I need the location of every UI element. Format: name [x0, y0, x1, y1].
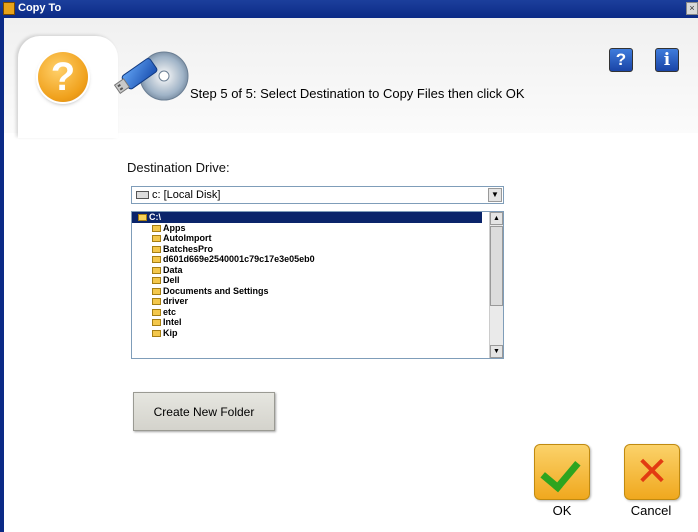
- folder-icon: [152, 287, 161, 295]
- usb-drive-disc-icon: [113, 51, 189, 101]
- folder-label: Data: [163, 264, 183, 275]
- open-folder-icon: [138, 214, 147, 222]
- folder-label: Intel: [163, 317, 182, 327]
- question-circle-icon: ?: [38, 52, 88, 102]
- ok-button[interactable]: [534, 444, 590, 500]
- folder-icon: [152, 266, 161, 274]
- chevron-down-icon[interactable]: ▼: [488, 188, 502, 202]
- checkmark-icon: [540, 450, 581, 493]
- step-instruction: Step 5 of 5: Select Destination to Copy …: [190, 86, 525, 101]
- close-button[interactable]: ×: [686, 2, 698, 15]
- destination-drive-label: Destination Drive:: [127, 160, 230, 175]
- help-button[interactable]: ?: [609, 48, 633, 72]
- folder-item[interactable]: BatchesPro: [132, 244, 503, 255]
- folder-root-item[interactable]: C:\: [132, 212, 482, 223]
- destination-drive-select[interactable]: c: [Local Disk] ▼: [131, 186, 504, 204]
- folder-label: Kip: [163, 327, 178, 338]
- folder-item[interactable]: Data: [132, 265, 503, 276]
- selected-drive: c: [Local Disk]: [152, 189, 221, 201]
- drive-icon: [136, 191, 149, 199]
- app-icon: [3, 2, 15, 15]
- folder-icon: [152, 319, 161, 327]
- folder-label: C:\: [149, 212, 161, 222]
- folder-icon: [152, 298, 161, 306]
- scroll-thumb[interactable]: [490, 226, 503, 306]
- folder-label: AutoImport: [163, 233, 212, 243]
- folder-label: BatchesPro: [163, 243, 214, 254]
- folder-label: Documents and Settings: [163, 285, 269, 296]
- folder-icon: [152, 245, 161, 253]
- folder-list-scrollbar[interactable]: ▲ ▼: [489, 212, 503, 358]
- folder-icon: [152, 277, 161, 285]
- info-button[interactable]: i: [655, 48, 679, 72]
- x-icon: ✕: [635, 449, 669, 495]
- scroll-up-arrow-icon[interactable]: ▲: [490, 212, 503, 225]
- folder-icon: [152, 308, 161, 316]
- folder-label: Apps: [163, 222, 186, 233]
- folder-item[interactable]: etc: [132, 307, 503, 318]
- scroll-down-arrow-icon[interactable]: ▼: [490, 345, 503, 358]
- folder-icon: [152, 235, 161, 243]
- folder-icon: [152, 329, 161, 337]
- folder-tree-list[interactable]: C:\ Apps AutoImport BatchesPro d601d669e2540…: [131, 211, 504, 359]
- ok-label[interactable]: OK: [548, 503, 576, 518]
- folder-item[interactable]: Dell: [132, 275, 503, 286]
- folder-icon: [152, 256, 161, 264]
- folder-rows: C:\ Apps AutoImport BatchesPro d601d669e2540…: [132, 212, 503, 338]
- folder-item[interactable]: driver: [132, 296, 503, 307]
- folder-label: etc: [163, 306, 177, 317]
- folder-item[interactable]: Apps: [132, 223, 503, 234]
- folder-icon: [152, 224, 161, 232]
- cancel-label[interactable]: Cancel: [622, 503, 680, 518]
- cancel-button[interactable]: ✕: [624, 444, 680, 500]
- folder-item[interactable]: Intel: [132, 317, 503, 328]
- folder-item[interactable]: AutoImport: [132, 233, 503, 244]
- create-new-folder-button[interactable]: Create New Folder: [133, 392, 275, 431]
- folder-label: Dell: [163, 275, 180, 285]
- copy-to-window: Copy To × ? Step 5 of 5: Select Destinat…: [0, 0, 698, 532]
- folder-label: d601d669e2540001c79c17e3e05eb0: [163, 254, 315, 264]
- folder-item[interactable]: d601d669e2540001c79c17e3e05eb0: [132, 254, 503, 265]
- folder-label: driver: [163, 296, 189, 306]
- folder-item[interactable]: Kip: [132, 328, 503, 339]
- title-bar[interactable]: Copy To ×: [0, 0, 698, 18]
- window-title: Copy To: [18, 2, 62, 14]
- folder-item[interactable]: Documents and Settings: [132, 286, 503, 297]
